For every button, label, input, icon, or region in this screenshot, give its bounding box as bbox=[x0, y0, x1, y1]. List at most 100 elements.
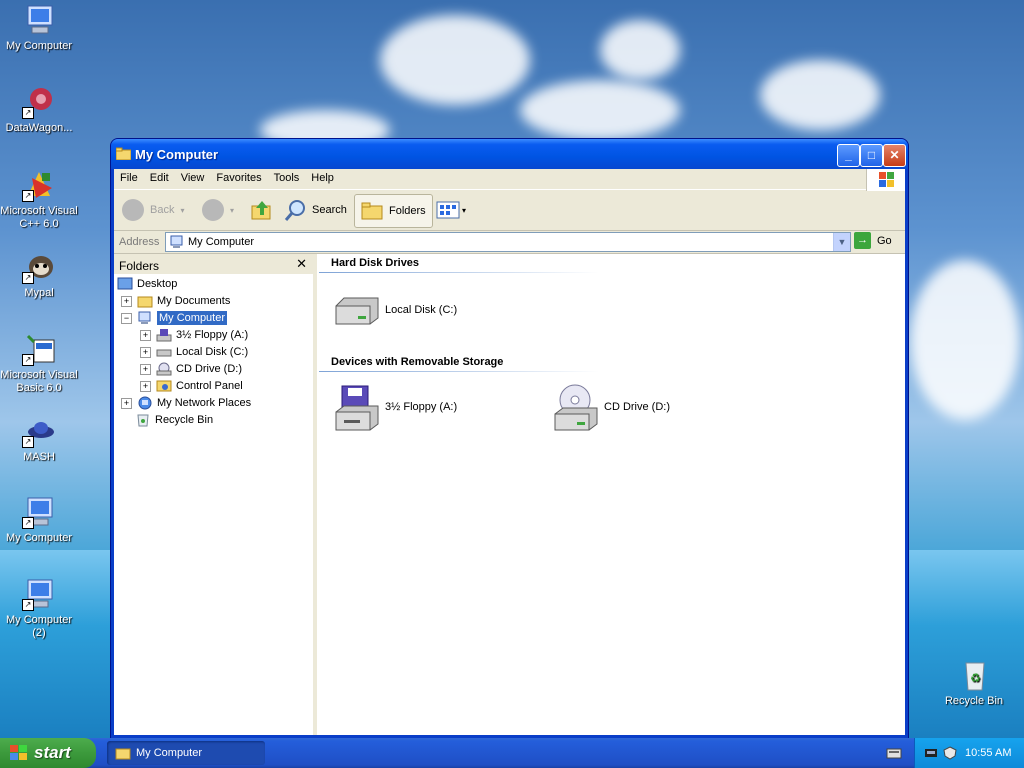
drive-label: 3½ Floppy (A:) bbox=[385, 401, 458, 413]
drive-item-cd-drive[interactable]: CD Drive (D:) bbox=[551, 382, 670, 432]
desktop-icon-visual-basic[interactable]: ↗ Microsoft Visual Basic 6.0 bbox=[0, 332, 80, 395]
desktop-icon-label: Mypal bbox=[24, 287, 54, 299]
tree-item-my-documents[interactable]: + My Documents bbox=[121, 293, 230, 309]
folders-button[interactable]: Folders bbox=[354, 194, 433, 228]
expand-icon[interactable]: + bbox=[121, 295, 132, 307]
desktop-icon-label: DataWagon... bbox=[5, 122, 73, 134]
menu-bar: File Edit View Favorites Tools Help bbox=[114, 169, 905, 191]
menu-favorites[interactable]: Favorites bbox=[210, 169, 267, 184]
desktop-icon-label: Recycle Bin bbox=[944, 695, 1004, 707]
expand-icon[interactable]: + bbox=[140, 329, 151, 341]
close-icon[interactable]: ✕ bbox=[296, 256, 307, 272]
computer-icon bbox=[22, 3, 56, 37]
tree-item-floppy[interactable]: + 3½ Floppy (A:) bbox=[140, 327, 248, 343]
floppy-drive-icon bbox=[335, 385, 379, 431]
drive-item-local-disk[interactable]: Local Disk (C:) bbox=[332, 292, 457, 328]
menu-tools[interactable]: Tools bbox=[268, 169, 306, 184]
menu-edit[interactable]: Edit bbox=[144, 169, 175, 184]
cd-drive-icon bbox=[554, 384, 598, 431]
folders-label: Folders bbox=[389, 205, 426, 217]
up-button[interactable] bbox=[250, 194, 274, 226]
go-arrow-icon: → bbox=[854, 232, 871, 249]
expand-icon[interactable]: + bbox=[140, 346, 151, 358]
views-icon bbox=[436, 201, 460, 219]
group-title-hard-disk-drives: Hard Disk Drives bbox=[331, 257, 420, 269]
expand-icon[interactable]: + bbox=[140, 380, 151, 392]
tree-item-label: My Computer bbox=[157, 311, 228, 325]
start-label: start bbox=[34, 743, 71, 762]
mash-icon: ↗ bbox=[22, 414, 56, 448]
recycle-bin-icon bbox=[137, 414, 149, 427]
desktop-icon-mypal[interactable]: ↗ Mypal bbox=[0, 250, 80, 300]
tree-item-recycle-bin[interactable]: Recycle Bin bbox=[135, 412, 213, 428]
back-label: Back bbox=[150, 204, 175, 216]
security-tray-icon[interactable] bbox=[943, 746, 957, 760]
desktop-icon-datawagon[interactable]: ↗ DataWagon... bbox=[0, 85, 80, 135]
shortcut-arrow-icon: ↗ bbox=[22, 599, 34, 611]
tree-item-local-disk[interactable]: + Local Disk (C:) bbox=[140, 344, 248, 360]
back-button[interactable]: Back ▾ bbox=[122, 194, 184, 226]
desktop-icon bbox=[117, 277, 133, 290]
collapse-icon[interactable]: − bbox=[121, 312, 132, 324]
computer-icon bbox=[170, 235, 183, 248]
menu-help[interactable]: Help bbox=[305, 169, 340, 184]
chevron-down-icon: ▾ bbox=[230, 205, 235, 215]
tree-item-label: 3½ Floppy (A:) bbox=[176, 329, 249, 341]
tree-item-control-panel[interactable]: + Control Panel bbox=[140, 378, 243, 394]
computer-icon: ↗ bbox=[22, 577, 56, 611]
start-button[interactable]: start bbox=[0, 738, 96, 768]
desktop-icon-visual-cpp[interactable]: ↗ Microsoft Visual C++ 6.0 bbox=[0, 168, 80, 231]
back-arrow-icon bbox=[122, 199, 144, 221]
taskbar-button-my-computer[interactable]: My Computer bbox=[107, 741, 265, 765]
keyboard-icon[interactable] bbox=[886, 746, 902, 760]
explorer-window[interactable]: My Computer _ □ ✕ File Edit View Favorites T… bbox=[111, 139, 908, 738]
group-divider bbox=[319, 371, 599, 372]
shortcut-arrow-icon: ↗ bbox=[22, 436, 34, 448]
forward-button[interactable]: ▾ bbox=[202, 194, 234, 226]
desktop-icon-my-computer-shortcut[interactable]: ↗ My Computer bbox=[0, 495, 80, 545]
desktop-icon-label: My Computer bbox=[5, 532, 73, 544]
drive-label: CD Drive (D:) bbox=[604, 401, 670, 413]
tree-item-label: Desktop bbox=[137, 278, 178, 290]
drive-item-floppy[interactable]: 3½ Floppy (A:) bbox=[332, 382, 457, 432]
desktop-icon-mash[interactable]: ↗ MASH bbox=[0, 414, 80, 464]
taskbar: start My Computer 10:55 AM bbox=[0, 738, 1024, 768]
control-panel-icon bbox=[156, 380, 172, 392]
windows-logo-icon bbox=[866, 169, 905, 191]
expand-icon[interactable]: + bbox=[121, 397, 132, 409]
go-button[interactable]: → Go bbox=[854, 232, 892, 249]
cloud bbox=[380, 15, 530, 105]
desktop-icon-label: MASH bbox=[23, 451, 55, 463]
tree-item-cd-drive[interactable]: + CD Drive (D:) bbox=[140, 361, 242, 377]
folder-icon bbox=[115, 748, 131, 760]
cd-drive-icon bbox=[156, 362, 172, 376]
go-label: Go bbox=[877, 234, 892, 247]
desktop-icon-my-computer-2[interactable]: ↗ My Computer (2) bbox=[0, 577, 80, 640]
minimize-button[interactable]: _ bbox=[837, 144, 860, 167]
title-bar[interactable]: My Computer _ □ ✕ bbox=[111, 139, 908, 169]
cloud bbox=[520, 80, 680, 140]
tree-item-my-computer[interactable]: − My Computer bbox=[121, 310, 228, 326]
tree-item-network-places[interactable]: + My Network Places bbox=[121, 395, 251, 411]
folder-icon bbox=[137, 296, 153, 308]
system-tray: 10:55 AM bbox=[914, 738, 1024, 768]
computer-icon: ↗ bbox=[22, 495, 56, 529]
address-field[interactable]: My Computer ▼ bbox=[165, 232, 851, 252]
menu-view[interactable]: View bbox=[175, 169, 211, 184]
shortcut-arrow-icon: ↗ bbox=[22, 190, 34, 202]
tree-item-desktop[interactable]: Desktop bbox=[117, 276, 177, 292]
desktop-icon-my-computer[interactable]: My Computer bbox=[0, 3, 80, 53]
views-button[interactable]: ▾ bbox=[436, 194, 466, 226]
datawagon-icon: ↗ bbox=[22, 85, 56, 119]
address-dropdown-chevron-icon[interactable]: ▼ bbox=[833, 233, 850, 251]
folder-icon bbox=[116, 147, 131, 160]
clock[interactable]: 10:55 AM bbox=[965, 747, 1011, 759]
expand-icon[interactable]: + bbox=[140, 363, 151, 375]
toolbar: Back ▾ ▾ Search Folders ▾ bbox=[114, 190, 905, 231]
maximize-button[interactable]: □ bbox=[860, 144, 883, 167]
close-button[interactable]: ✕ bbox=[883, 144, 906, 167]
search-button[interactable]: Search bbox=[283, 194, 347, 226]
menu-file[interactable]: File bbox=[114, 169, 144, 184]
network-tray-icon[interactable] bbox=[924, 746, 940, 760]
desktop-icon-recycle-bin[interactable]: ♻ Recycle Bin bbox=[933, 658, 1015, 708]
